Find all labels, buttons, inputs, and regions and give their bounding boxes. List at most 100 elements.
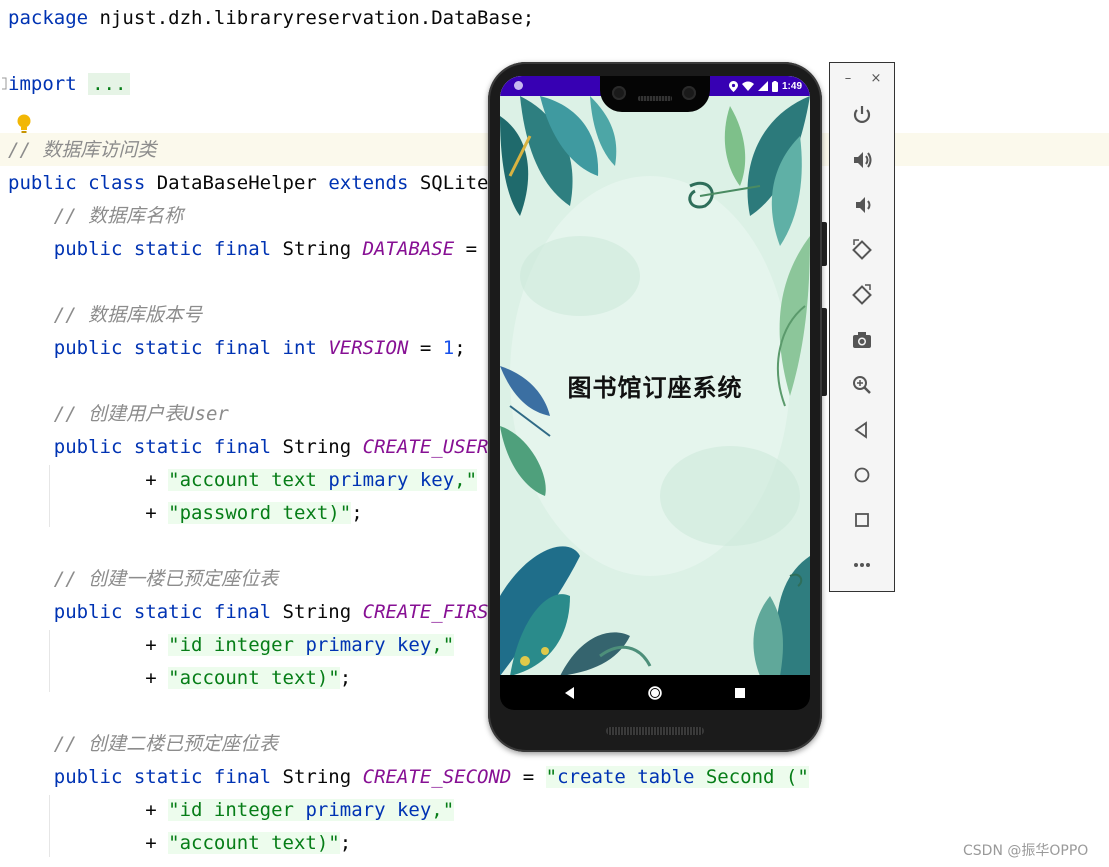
- code-token: ;: [339, 832, 352, 854]
- phone-power-key: [822, 222, 827, 266]
- status-time: 1:49: [781, 80, 802, 92]
- nav-recents-icon[interactable]: [720, 675, 760, 710]
- code-token: String: [271, 766, 363, 788]
- code-line[interactable]: + "password text)";: [8, 501, 363, 525]
- volume-up-icon[interactable]: [846, 144, 878, 176]
- code-line[interactable]: public class DataBaseHelper extends SQLi…: [8, 171, 500, 195]
- code-token: // 数据库名称: [8, 205, 184, 227]
- code-token: DATABASE: [362, 238, 455, 260]
- code-line[interactable]: public static final String CREATE_FIRST: [8, 600, 500, 624]
- code-token: ;: [339, 667, 352, 689]
- code-token: // 数据库访问类: [8, 139, 157, 161]
- volume-down-icon[interactable]: [846, 189, 878, 221]
- code-token: ,": [454, 469, 478, 491]
- code-line[interactable]: public static final String DATABASE = ": [8, 237, 500, 261]
- code-token: "account text: [168, 469, 329, 491]
- lightbulb-icon[interactable]: [15, 113, 33, 135]
- nav-back-icon[interactable]: [550, 675, 590, 710]
- fold-marker-icon[interactable]: [0, 76, 8, 90]
- wifi-icon: [741, 81, 754, 91]
- code-line[interactable]: public static final int VERSION = 1;: [8, 336, 466, 360]
- code-token: public static final: [53, 766, 272, 788]
- code-token: ...: [88, 73, 131, 95]
- code-token: CREATE_FIRST: [362, 601, 500, 623]
- overview-icon[interactable]: [846, 504, 878, 536]
- code-token: primary key: [328, 469, 455, 491]
- notification-dot-icon: [514, 81, 523, 90]
- code-token: SQLiteO: [408, 172, 500, 194]
- code-token: primary key: [305, 634, 432, 656]
- code-line[interactable]: // 数据库访问类: [8, 138, 156, 162]
- code-line[interactable]: + "account text primary key,": [8, 468, 478, 492]
- earpiece-speaker: [638, 96, 672, 101]
- minimize-button[interactable]: –: [840, 71, 856, 87]
- code-line[interactable]: // 数据库名称: [8, 204, 183, 228]
- code-token: =: [511, 766, 546, 788]
- rotate-right-icon[interactable]: [846, 279, 878, 311]
- code-token: +: [8, 502, 169, 524]
- app-title: 图书馆订座系统: [567, 374, 743, 402]
- code-token: public class: [8, 172, 146, 194]
- code-line[interactable]: + "id integer primary key,": [8, 633, 455, 657]
- camera-icon[interactable]: [846, 324, 878, 356]
- code-token: "id integer: [168, 799, 306, 821]
- code-line[interactable]: public static final String CREATE_USER: [8, 435, 489, 459]
- more-icon[interactable]: [846, 549, 878, 581]
- rotate-left-icon[interactable]: [846, 234, 878, 266]
- phone-screen[interactable]: 1:49 图书馆订座系统: [500, 76, 810, 676]
- code-token: primary key: [305, 799, 432, 821]
- code-line[interactable]: // 创建一楼已预定座位表: [8, 567, 278, 591]
- code-token: DataBaseHelper: [145, 172, 329, 194]
- code-token: package: [8, 7, 89, 29]
- code-line[interactable]: // 数据库版本号: [8, 303, 202, 327]
- code-token: String: [271, 238, 363, 260]
- code-token: public static final: [53, 238, 272, 260]
- code-token: String: [271, 436, 363, 458]
- code-line[interactable]: + "id integer primary key,": [8, 798, 455, 822]
- code-token: ;: [351, 502, 363, 524]
- code-line[interactable]: // 创建用户表User: [8, 402, 229, 426]
- code-token: // 创建一楼已预定座位表: [8, 568, 279, 590]
- front-camera-icon: [682, 86, 696, 100]
- code-token: VERSION: [328, 337, 409, 359]
- code-line[interactable]: + "account text)";: [8, 831, 351, 855]
- phone-volume-key: [822, 308, 827, 396]
- code-token: CREATE_SECOND: [362, 766, 512, 788]
- camera-notch: [600, 76, 710, 112]
- close-button[interactable]: ×: [868, 71, 884, 87]
- code-token: ,": [431, 634, 455, 656]
- code-line[interactable]: public static final String CREATE_SECOND…: [8, 765, 809, 789]
- power-icon[interactable]: [846, 99, 878, 131]
- location-icon: [728, 80, 738, 92]
- code-token: ;: [454, 337, 466, 359]
- watermark: CSDN @振华OPPO: [963, 843, 1089, 859]
- zoom-icon[interactable]: [846, 369, 878, 401]
- emulator-toolbar: – ×: [829, 62, 895, 592]
- code-token: extends: [328, 172, 409, 194]
- signal-icon: [757, 81, 768, 91]
- front-camera-icon: [612, 86, 626, 100]
- code-line[interactable]: import ...: [8, 72, 131, 96]
- code-line[interactable]: // 创建二楼已预定座位表: [8, 732, 278, 756]
- code-token: +: [8, 634, 169, 656]
- code-token: +: [8, 799, 169, 821]
- code-token: ,": [431, 799, 455, 821]
- battery-icon: [771, 80, 778, 92]
- home-icon[interactable]: [846, 459, 878, 491]
- bottom-speaker-grille: [606, 727, 704, 735]
- code-token: ": [545, 766, 558, 788]
- code-token: "id integer: [168, 634, 306, 656]
- code-line[interactable]: + "account text)";: [8, 666, 351, 690]
- code-token: "account text)": [168, 667, 340, 689]
- nav-home-icon[interactable]: [635, 675, 675, 710]
- android-nav-bar: [500, 675, 810, 710]
- code-token: import: [8, 73, 77, 95]
- code-line[interactable]: package njust.dzh.libraryreservation.Dat…: [8, 6, 534, 30]
- code-token: =: [408, 337, 443, 359]
- back-icon[interactable]: [846, 414, 878, 446]
- code-token: // 创建用户表User: [8, 403, 229, 425]
